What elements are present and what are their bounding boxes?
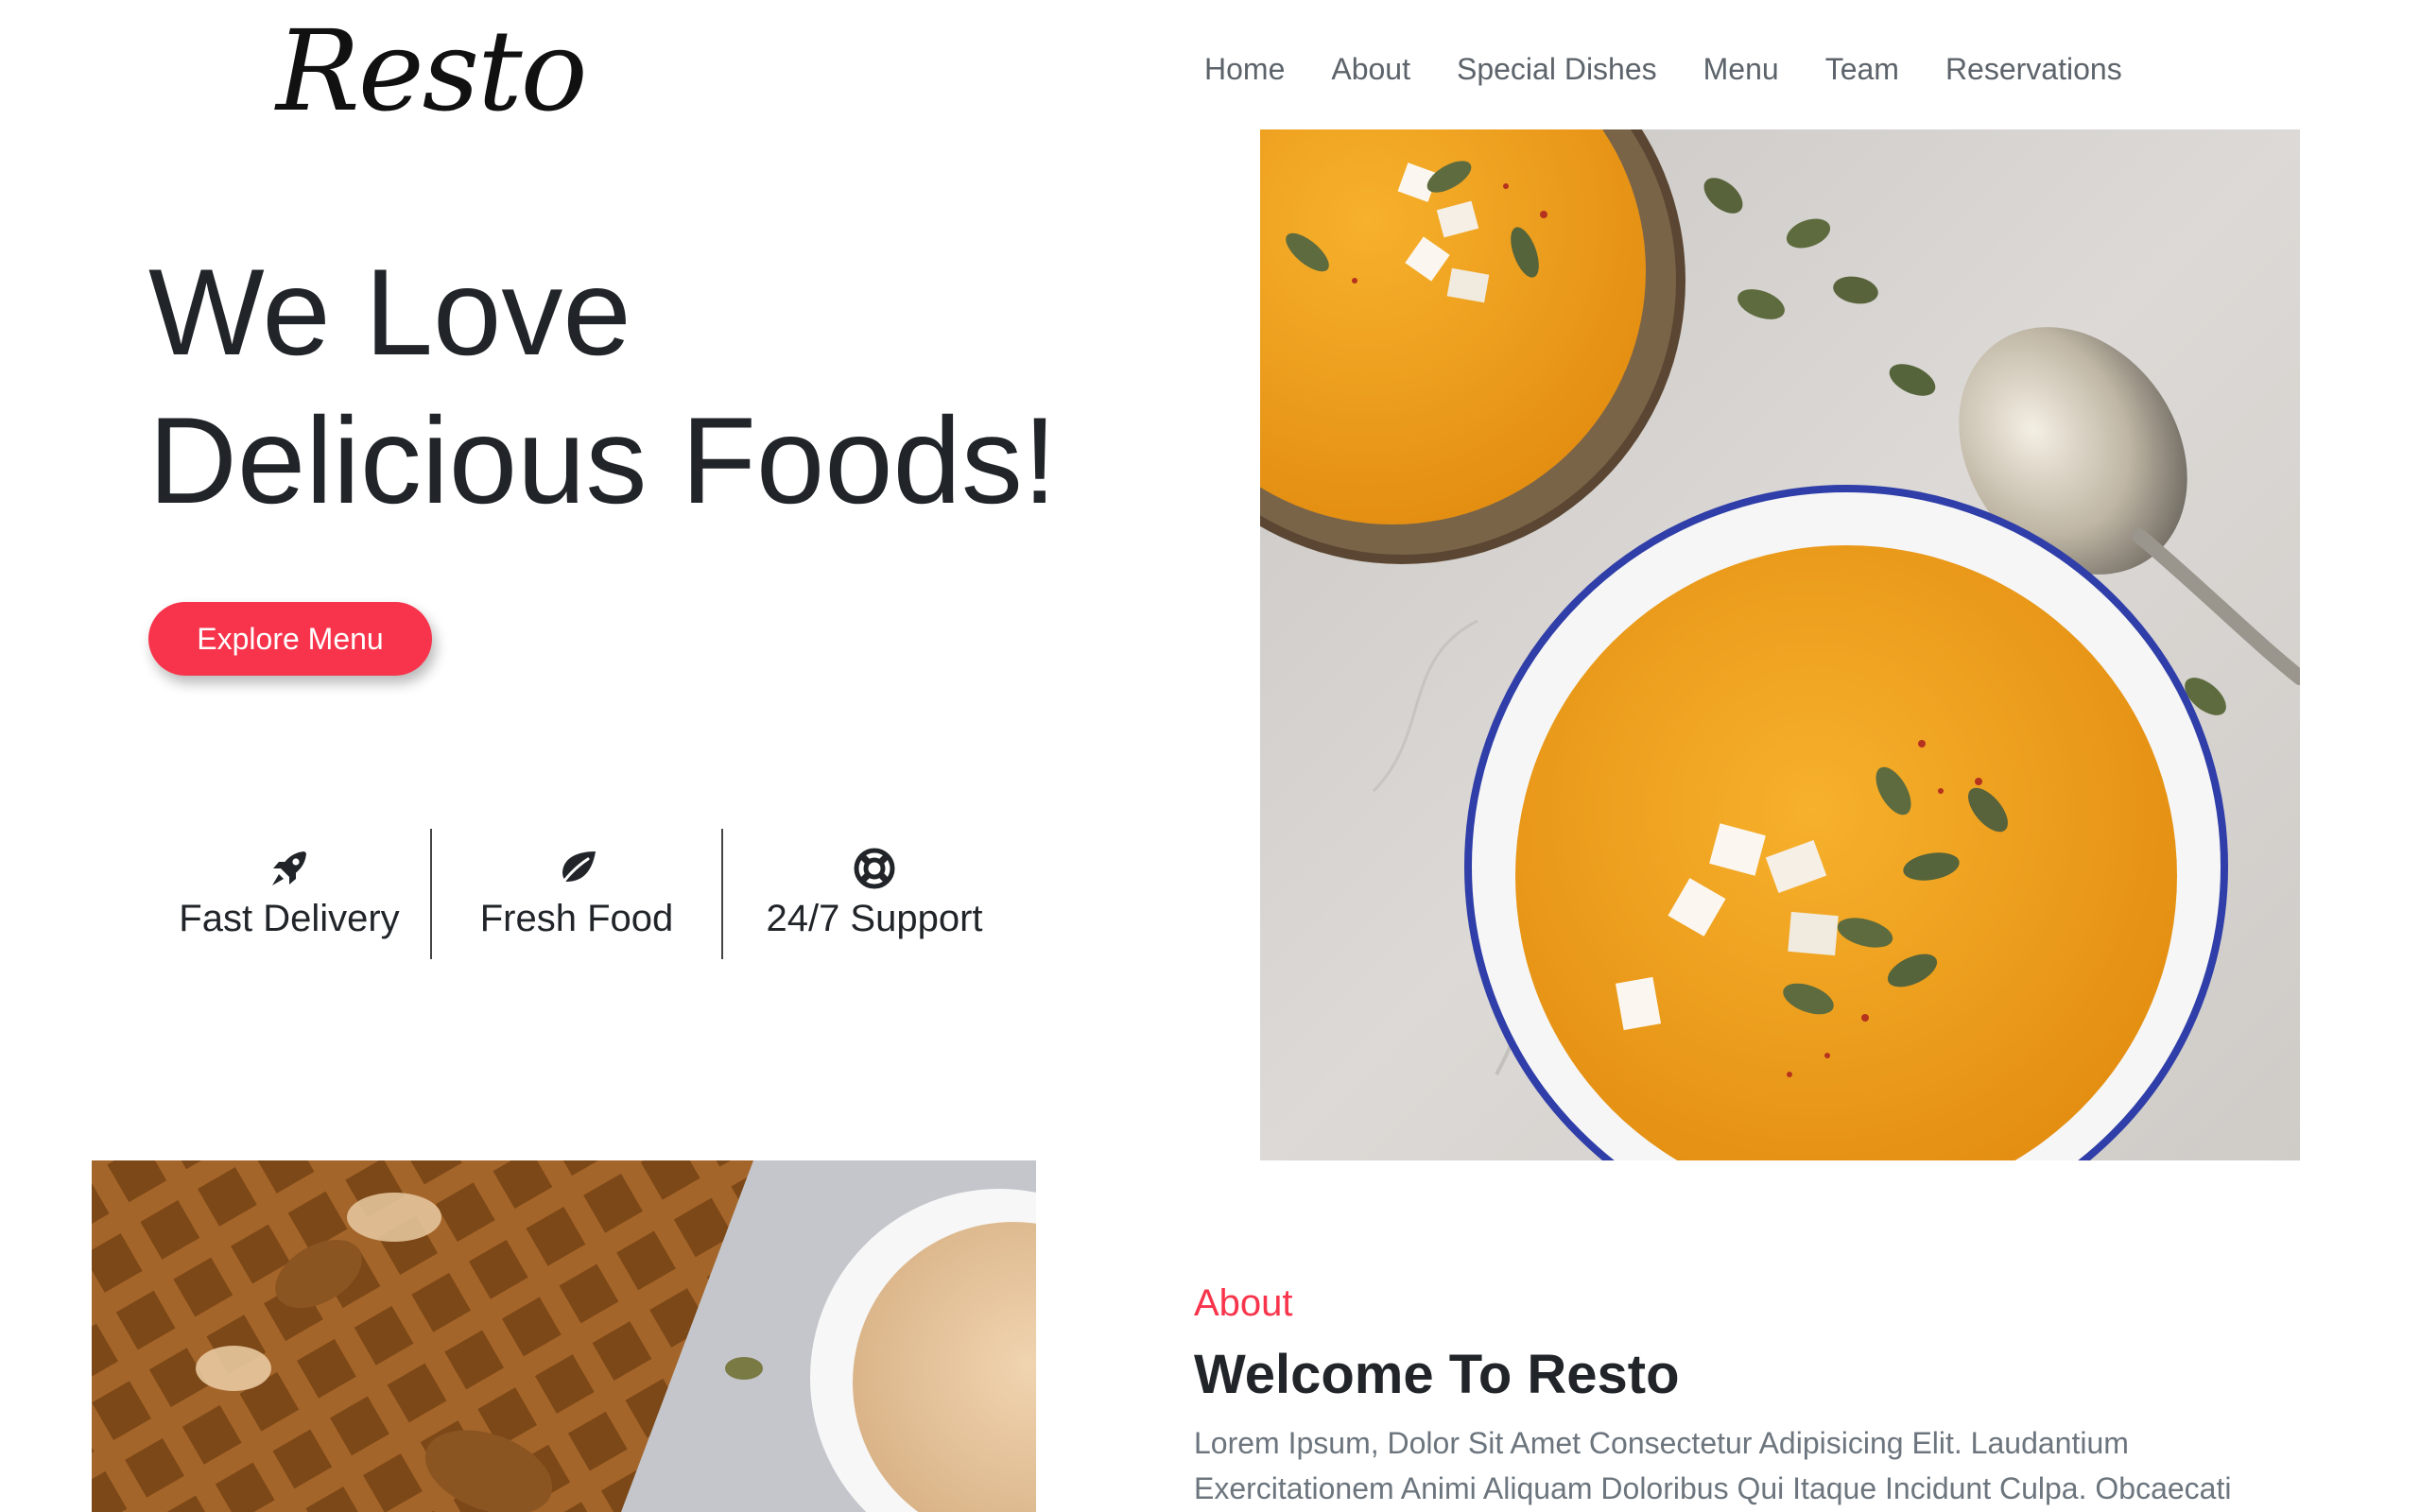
waffles-illustration: [92, 1160, 1036, 1512]
nav-team[interactable]: Team: [1825, 47, 1899, 91]
feature-fast-delivery: Fast Delivery: [148, 829, 430, 959]
feature-support: 24/7 Support: [721, 829, 1026, 959]
about-image: [92, 1160, 1036, 1512]
hero-title-line-1: We Love: [148, 243, 631, 381]
explore-menu-button[interactable]: Explore Menu: [148, 602, 432, 676]
feature-label: Fast Delivery: [179, 898, 400, 939]
leaf-icon: [558, 851, 596, 889]
logo[interactable]: Resto: [276, 0, 588, 142]
nav-special-dishes[interactable]: Special Dishes: [1457, 47, 1657, 91]
nav-home[interactable]: Home: [1204, 47, 1285, 91]
pumpkin-soup-illustration: [1260, 129, 2300, 1160]
about-description: Lorem Ipsum, Dolor Sit Amet Consectetur …: [1194, 1426, 2232, 1505]
nav-menu[interactable]: Menu: [1703, 47, 1779, 91]
lifebuoy-icon: [854, 848, 895, 889]
features-strip: Fast Delivery Fresh Food 24/7 Support: [148, 829, 1026, 959]
nav-about[interactable]: About: [1331, 47, 1410, 91]
feature-label: Fresh Food: [479, 898, 674, 939]
hero-image: ❮ ❯: [1260, 129, 2300, 1160]
rocket-icon: [272, 851, 306, 885]
hero-title-line-2: Delicious Foods!: [148, 391, 1057, 529]
nav-reservations[interactable]: Reservations: [1945, 47, 2122, 91]
feature-fresh-food: Fresh Food: [430, 829, 721, 959]
about-kicker: About: [1194, 1282, 1293, 1324]
about-title: Welcome To Resto: [1194, 1344, 1680, 1405]
hero-title: We Love Delicious Foods!: [148, 238, 1188, 535]
main-nav: Home About Special Dishes Menu Team Rese…: [1204, 47, 2169, 91]
feature-label: 24/7 Support: [766, 898, 983, 939]
